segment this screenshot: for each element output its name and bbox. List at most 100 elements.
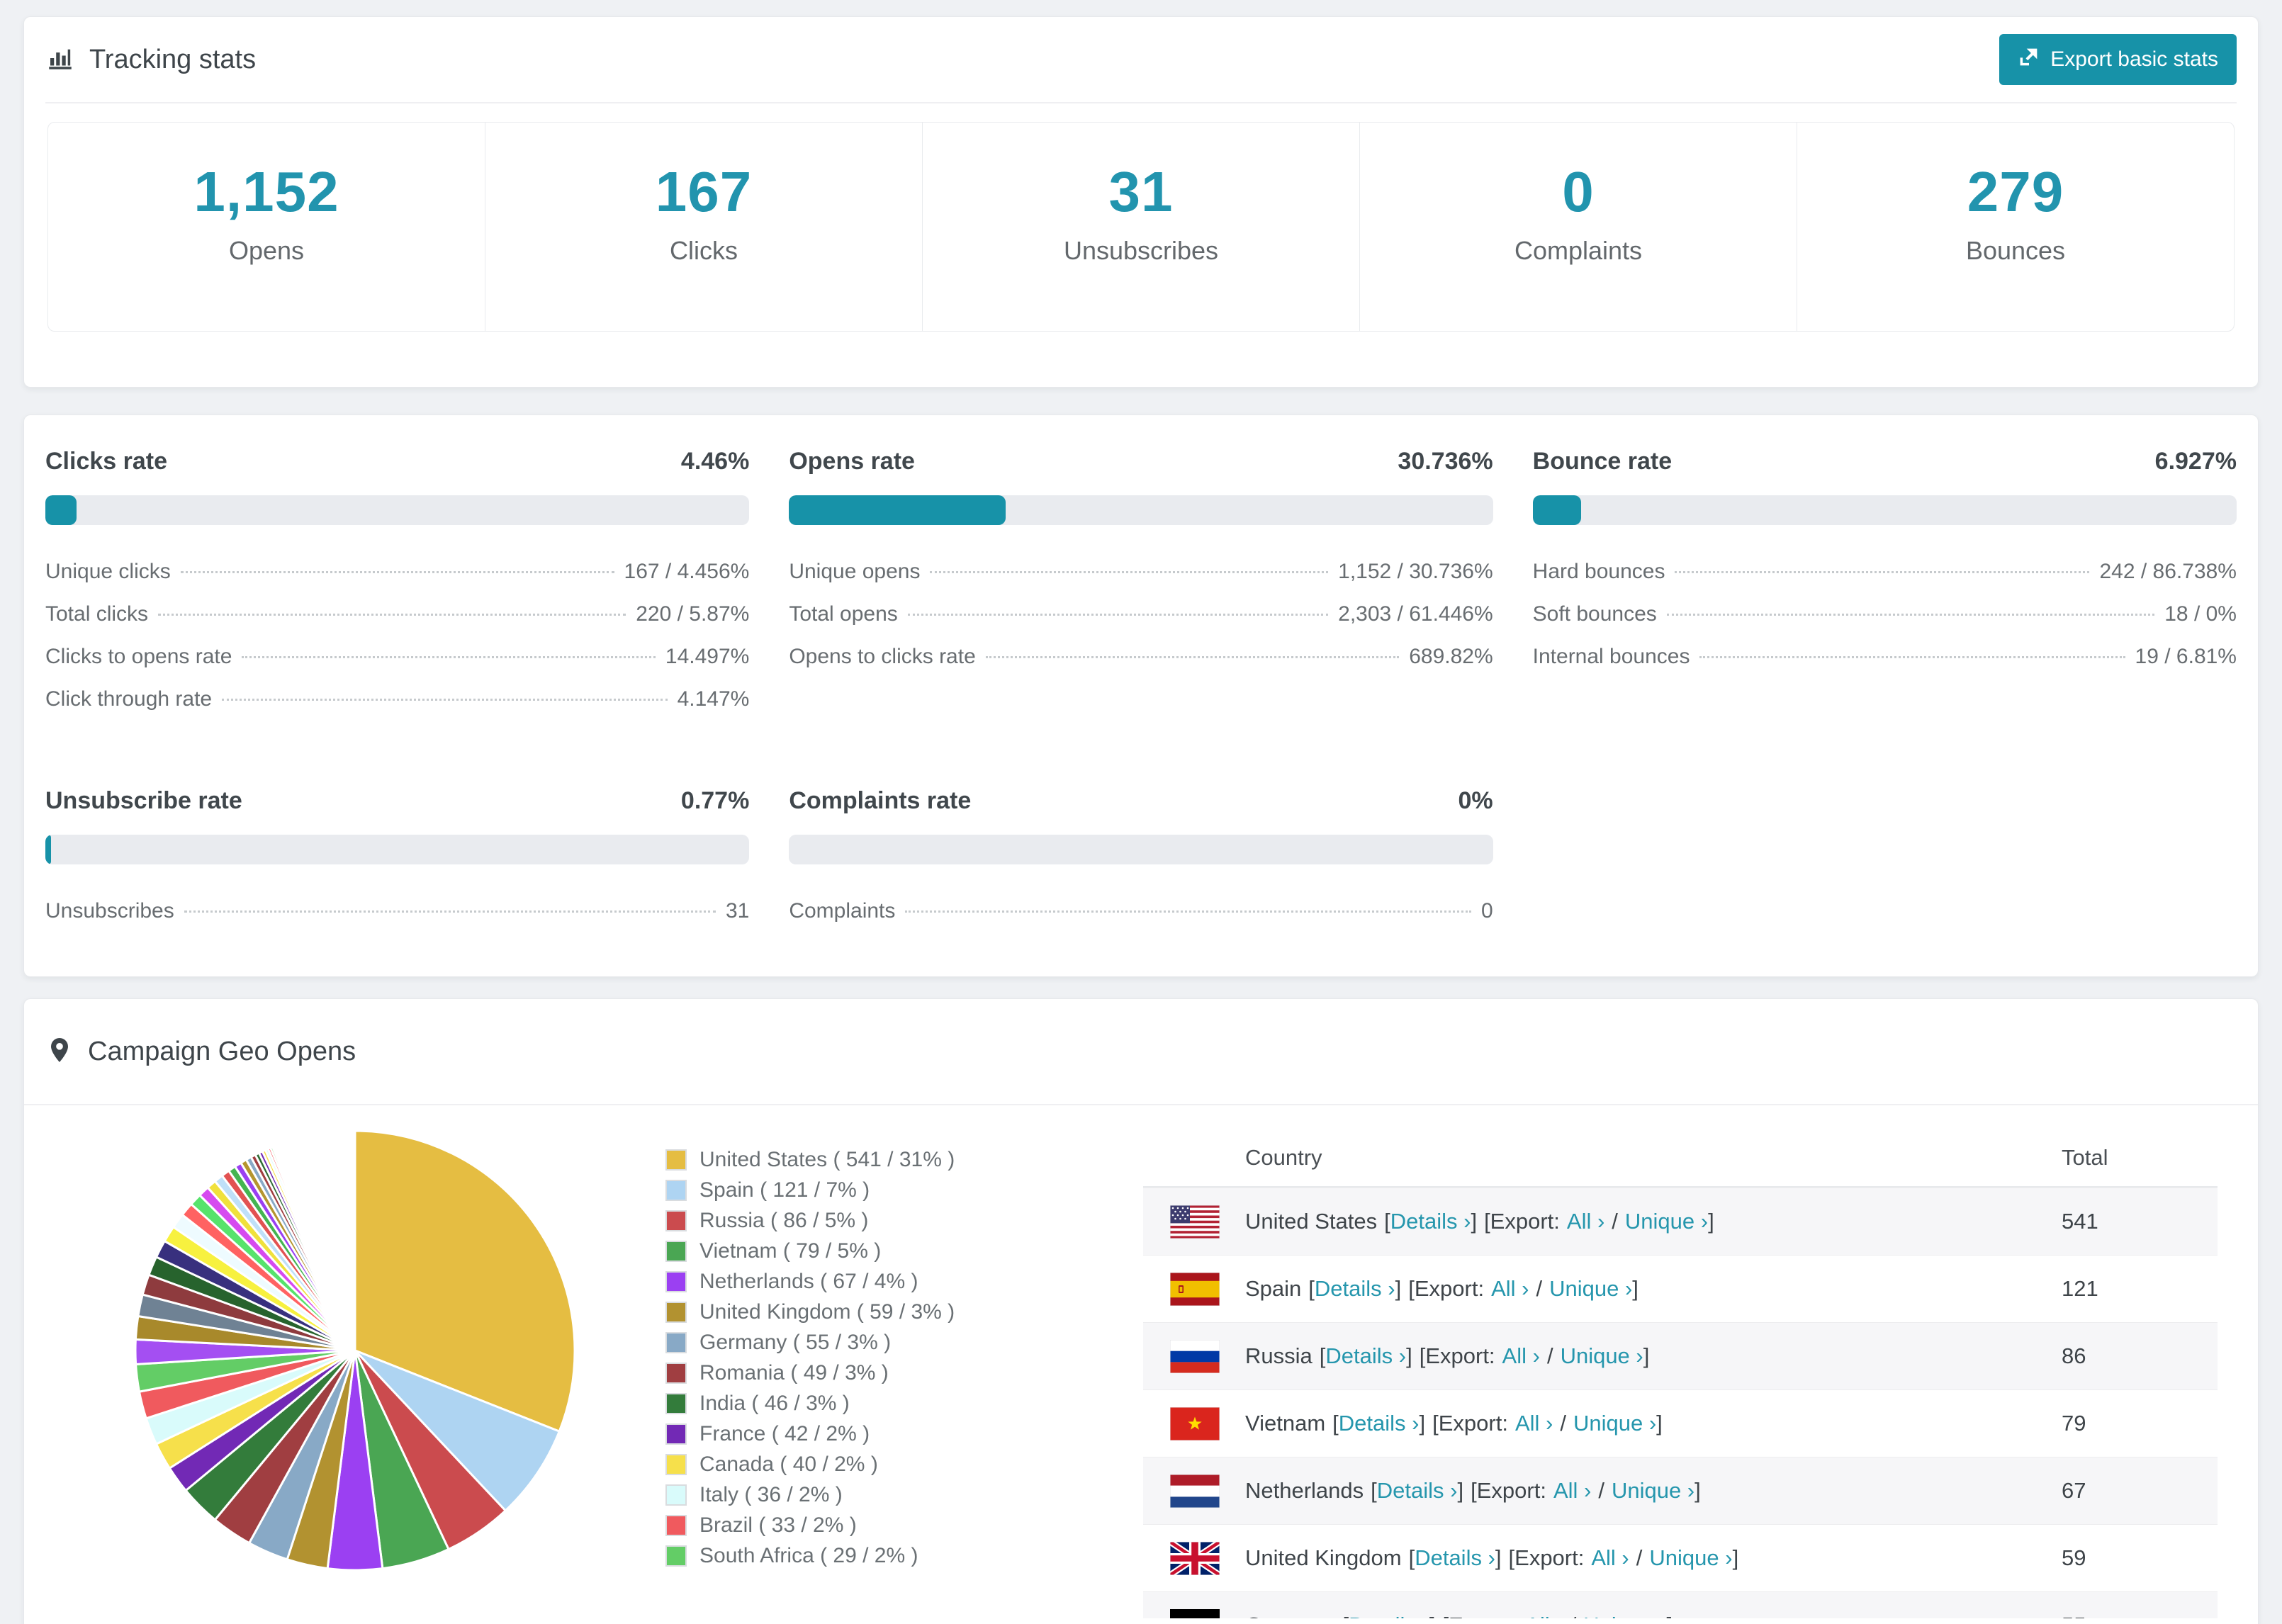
country-name: Netherlands bbox=[1245, 1478, 1364, 1503]
campaign-geo-opens-card: Campaign Geo Opens United States ( 541 /… bbox=[23, 998, 2259, 1624]
tracking-stats-header: Tracking stats Export basic stats bbox=[24, 17, 2258, 102]
details-link[interactable]: Details › bbox=[1315, 1276, 1395, 1301]
detail-row: Unique clicks 167 / 4.456% bbox=[45, 560, 750, 583]
summary-stats-row: 1,152 Opens 167 Clicks 31 Unsubscribes 0… bbox=[47, 122, 2235, 332]
export-basic-stats-button[interactable]: Export basic stats bbox=[1999, 34, 2237, 85]
details-link[interactable]: Details › bbox=[1325, 1343, 1406, 1368]
total-value: 79 bbox=[2062, 1411, 2086, 1436]
legend-item: Brazil ( 33 / 2% ) bbox=[665, 1513, 955, 1537]
complaints-rate-value: 0% bbox=[1458, 787, 1493, 814]
export-all-link[interactable]: All › bbox=[1491, 1276, 1529, 1301]
unsubscribe-rate-title: Unsubscribe rate bbox=[45, 787, 242, 814]
export-all-link[interactable]: All › bbox=[1525, 1613, 1563, 1618]
table-row: Germany[Details ›][Export:All ›/Unique ›… bbox=[1143, 1591, 2218, 1618]
opens-rate-value: 30.736% bbox=[1398, 448, 1493, 475]
detail-row: Hard bounces 242 / 86.738% bbox=[1532, 560, 2237, 583]
export-unique-link[interactable]: Unique › bbox=[1583, 1613, 1666, 1618]
total-column-header: Total bbox=[2062, 1145, 2108, 1170]
total-value: 55 bbox=[2062, 1613, 2218, 1618]
stat-unsubscribes: 31 Unsubscribes bbox=[922, 123, 1359, 331]
unsubscribe-rate-section: Unsubscribe rate 0.77% Unsubscribes 31 bbox=[45, 787, 750, 932]
legend-swatch bbox=[665, 1545, 687, 1567]
export-unique-link[interactable]: Unique › bbox=[1561, 1343, 1643, 1368]
legend-item: United States ( 541 / 31% ) bbox=[665, 1148, 955, 1171]
table-row: Russia [Details ›] [Export: All › / Unique ›]… bbox=[1143, 1322, 2218, 1389]
country-name: Vietnam bbox=[1245, 1411, 1326, 1436]
export-unique-link[interactable]: Unique › bbox=[1549, 1276, 1632, 1301]
legend-swatch bbox=[665, 1484, 687, 1506]
export-all-link[interactable]: All › bbox=[1515, 1411, 1553, 1436]
details-link[interactable]: Details › bbox=[1377, 1478, 1458, 1503]
legend-item: Canada ( 40 / 2% ) bbox=[665, 1453, 955, 1476]
legend-item: Germany ( 55 / 3% ) bbox=[665, 1331, 955, 1354]
details-link[interactable]: Details › bbox=[1390, 1209, 1471, 1234]
details-link[interactable]: Details › bbox=[1349, 1613, 1429, 1618]
legend-item: Romania ( 49 / 3% ) bbox=[665, 1361, 955, 1385]
details-link[interactable]: Details › bbox=[1339, 1411, 1420, 1436]
geo-section-title: Campaign Geo Opens bbox=[88, 1036, 356, 1066]
page-title: Tracking stats bbox=[89, 44, 257, 74]
detail-row: Clicks to opens rate 14.497% bbox=[45, 645, 750, 668]
legend-item: France ( 42 / 2% ) bbox=[665, 1422, 955, 1445]
legend-item: Spain ( 121 / 7% ) bbox=[665, 1178, 955, 1202]
detail-row: Complaints 0 bbox=[789, 899, 1493, 923]
detail-row: Unsubscribes 31 bbox=[45, 899, 750, 923]
clicks-rate-value: 4.46% bbox=[680, 448, 750, 475]
flag-united-kingdom-icon bbox=[1170, 1541, 1220, 1575]
stat-bounces: 279 Bounces bbox=[1797, 123, 2234, 331]
geo-body: United States ( 541 / 31% ) Spain ( 121 … bbox=[24, 1105, 2258, 1624]
table-row: Netherlands [Details ›] [Export: All › / Uniq… bbox=[1143, 1457, 2218, 1524]
detail-row: Internal bounces 19 / 6.81% bbox=[1532, 645, 2237, 668]
total-value: 121 bbox=[2062, 1276, 2098, 1301]
detail-row: Opens to clicks rate 689.82% bbox=[789, 645, 1493, 668]
export-all-link[interactable]: All › bbox=[1591, 1545, 1629, 1570]
table-header: Country Total bbox=[1143, 1129, 2218, 1188]
stat-clicks: 167 Clicks bbox=[485, 123, 922, 331]
stat-opens: 1,152 Opens bbox=[193, 160, 339, 265]
export-unique-link[interactable]: Unique › bbox=[1573, 1411, 1656, 1436]
table-row: Spain [Details ›] [Export: All › / Unique ›] … bbox=[1143, 1255, 2218, 1322]
opens-rate-section: Opens rate 30.736% Unique opens 1,152 / 3… bbox=[789, 448, 1493, 721]
country-name: United Kingdom bbox=[1245, 1545, 1402, 1570]
legend-item: South Africa ( 29 / 2% ) bbox=[665, 1544, 955, 1567]
export-all-link[interactable]: All › bbox=[1502, 1343, 1540, 1368]
export-unique-link[interactable]: Unique › bbox=[1649, 1545, 1732, 1570]
opens-rate-title: Opens rate bbox=[789, 448, 915, 475]
legend-swatch bbox=[665, 1271, 687, 1292]
detail-row: Soft bounces 18 / 0% bbox=[1532, 602, 2237, 626]
flag-russia-icon bbox=[1170, 1339, 1220, 1373]
legend-swatch bbox=[665, 1363, 687, 1384]
legend-swatch bbox=[665, 1332, 687, 1353]
rates-card: Clicks rate 4.46% Unique clicks 167 / 4.4… bbox=[23, 415, 2259, 977]
export-all-link[interactable]: All › bbox=[1567, 1209, 1604, 1234]
legend-item: United Kingdom ( 59 / 3% ) bbox=[665, 1300, 955, 1324]
geo-opens-pie-chart bbox=[134, 1129, 576, 1572]
legend-swatch bbox=[665, 1423, 687, 1445]
unsubscribe-rate-value: 0.77% bbox=[680, 787, 750, 814]
country-name: Russia bbox=[1245, 1343, 1313, 1368]
details-link[interactable]: Details › bbox=[1415, 1545, 1495, 1570]
complaints-rate-section: Complaints rate 0% Complaints 0 bbox=[789, 787, 1493, 932]
clicks-rate-section: Clicks rate 4.46% Unique clicks 167 / 4.4… bbox=[45, 448, 750, 721]
flag-germany-icon bbox=[1170, 1608, 1220, 1618]
legend-swatch bbox=[665, 1302, 687, 1323]
opens-rate-progressbar bbox=[789, 495, 1493, 525]
flag-spain-icon bbox=[1170, 1272, 1220, 1306]
clicks-rate-progressbar bbox=[45, 495, 750, 525]
map-pin-icon bbox=[45, 1036, 74, 1068]
export-icon bbox=[2018, 45, 2040, 74]
legend-swatch bbox=[665, 1149, 687, 1171]
detail-row: Click through rate 4.147% bbox=[45, 687, 750, 711]
complaints-rate-progressbar bbox=[789, 835, 1493, 864]
unsubscribe-rate-progressbar bbox=[45, 835, 750, 864]
bar-chart-icon bbox=[45, 43, 75, 77]
country-column-header: Country bbox=[1245, 1145, 1322, 1170]
export-unique-link[interactable]: Unique › bbox=[1625, 1209, 1708, 1234]
country-name: Spain bbox=[1245, 1276, 1302, 1301]
legend-swatch bbox=[665, 1241, 687, 1262]
total-value: 541 bbox=[2062, 1209, 2098, 1234]
export-unique-link[interactable]: Unique › bbox=[1612, 1478, 1694, 1503]
legend-item: Russia ( 86 / 5% ) bbox=[665, 1209, 955, 1232]
bounce-rate-title: Bounce rate bbox=[1532, 448, 1673, 475]
export-all-link[interactable]: All › bbox=[1553, 1478, 1591, 1503]
